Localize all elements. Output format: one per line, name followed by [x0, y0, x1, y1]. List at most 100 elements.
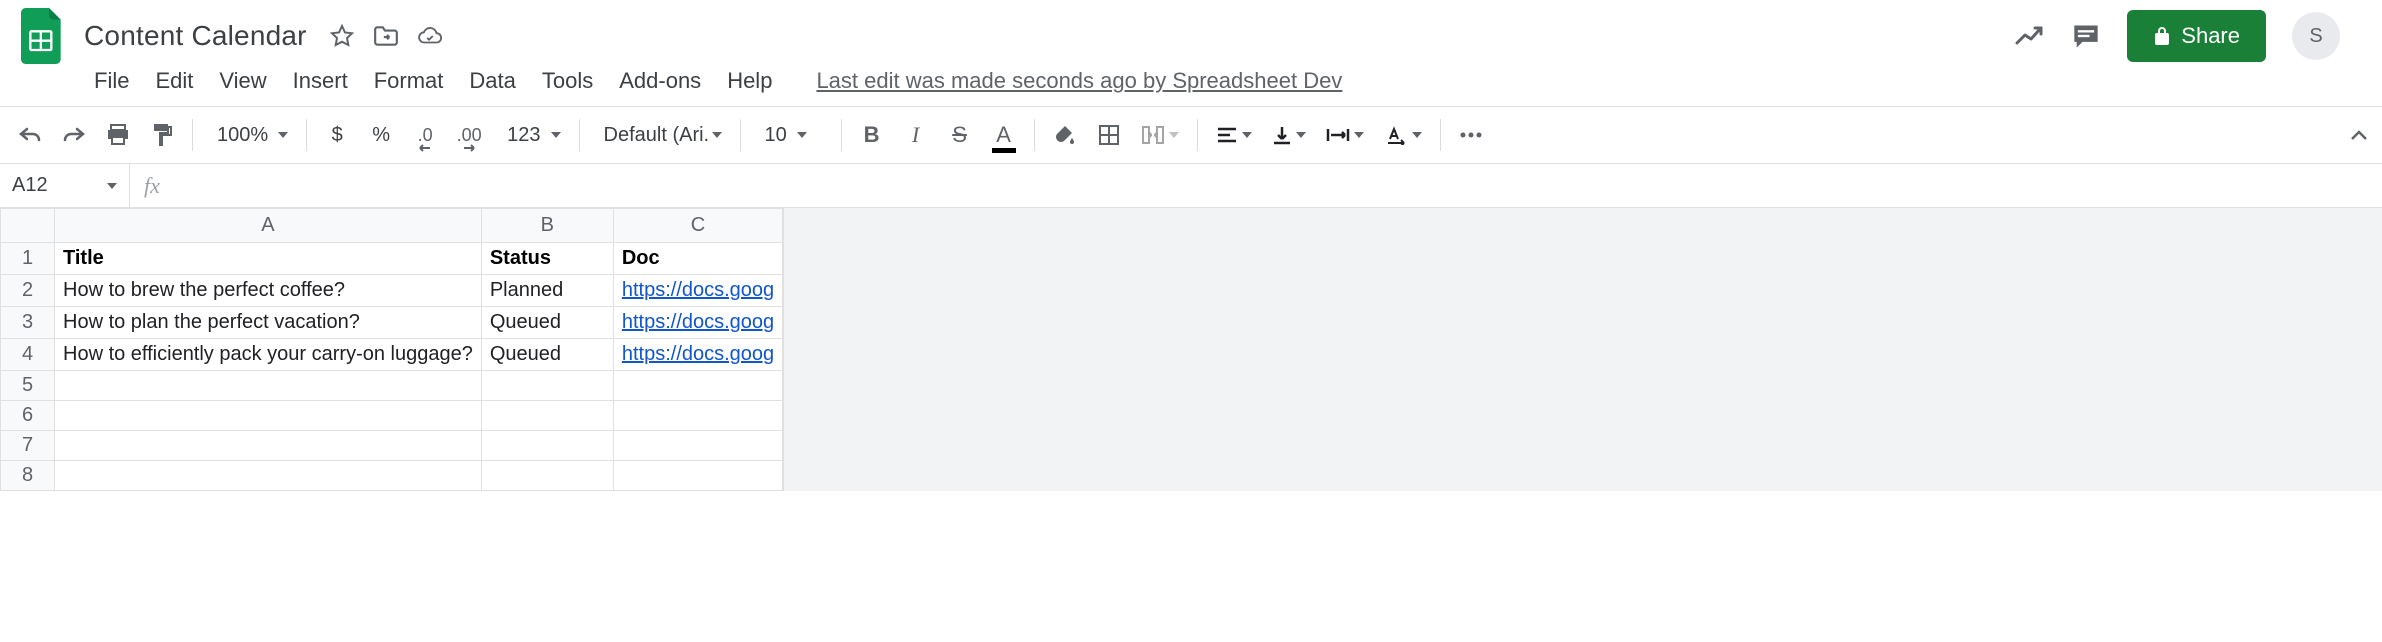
text-rotation-dropdown[interactable] — [1376, 125, 1430, 145]
row-header[interactable]: 2 — [1, 275, 55, 307]
cell[interactable] — [613, 461, 782, 491]
caret-down-icon — [1296, 132, 1306, 138]
cell[interactable]: How to efficiently pack your carry-on lu… — [55, 339, 482, 371]
more-formats-dropdown[interactable]: 123 — [493, 124, 568, 147]
account-avatar[interactable]: S — [2292, 12, 2340, 60]
cell[interactable]: Doc — [613, 243, 782, 275]
cell[interactable]: How to brew the perfect coffee? — [55, 275, 482, 307]
format-percent-button[interactable]: % — [361, 115, 401, 155]
caret-down-icon — [1242, 132, 1252, 138]
caret-down-icon — [107, 183, 117, 189]
text-wrap-dropdown[interactable] — [1318, 126, 1372, 144]
formula-bar-input[interactable] — [174, 164, 2382, 207]
cell[interactable] — [481, 401, 613, 431]
text-color-swatch — [992, 148, 1016, 153]
bold-button[interactable]: B — [852, 115, 892, 155]
sheets-logo[interactable] — [14, 8, 70, 64]
menu-bar: File Edit View Insert Format Data Tools … — [0, 64, 2382, 106]
strikethrough-button[interactable]: S — [940, 115, 980, 155]
select-all-cell[interactable] — [1, 209, 55, 243]
caret-down-icon — [1354, 132, 1364, 138]
format-currency-button[interactable]: $ — [317, 115, 357, 155]
last-edit-link[interactable]: Last edit was made seconds ago by Spread… — [816, 68, 1342, 94]
name-box[interactable]: A12 — [0, 164, 130, 207]
share-button[interactable]: Share — [2127, 10, 2266, 62]
menu-insert[interactable]: Insert — [293, 68, 348, 94]
cell[interactable] — [481, 371, 613, 401]
row-header[interactable]: 7 — [1, 431, 55, 461]
menu-addons[interactable]: Add-ons — [619, 68, 701, 94]
cell-link[interactable]: https://docs.goog — [613, 339, 782, 371]
grid-empty-area — [783, 208, 2382, 491]
undo-button[interactable] — [10, 115, 50, 155]
column-header-a[interactable]: A — [55, 209, 482, 243]
menu-tools[interactable]: Tools — [542, 68, 593, 94]
move-to-folder-icon[interactable] — [373, 23, 399, 49]
borders-button[interactable] — [1089, 115, 1129, 155]
document-title[interactable]: Content Calendar — [84, 20, 307, 52]
row-header[interactable]: 1 — [1, 243, 55, 275]
cell[interactable] — [613, 431, 782, 461]
column-header-b[interactable]: B — [481, 209, 613, 243]
cell[interactable] — [55, 371, 482, 401]
menu-file[interactable]: File — [94, 68, 129, 94]
print-button[interactable] — [98, 115, 138, 155]
menu-view[interactable]: View — [219, 68, 266, 94]
cell[interactable]: How to plan the perfect vacation? — [55, 307, 482, 339]
row-header[interactable]: 4 — [1, 339, 55, 371]
cell-link[interactable]: https://docs.goog — [613, 307, 782, 339]
row-header[interactable]: 3 — [1, 307, 55, 339]
menu-help[interactable]: Help — [727, 68, 772, 94]
italic-button[interactable]: I — [896, 115, 936, 155]
cell[interactable]: Planned — [481, 275, 613, 307]
redo-button[interactable] — [54, 115, 94, 155]
cell-link[interactable]: https://docs.goog — [613, 275, 782, 307]
cell[interactable]: Queued — [481, 339, 613, 371]
menu-format[interactable]: Format — [374, 68, 444, 94]
menu-data[interactable]: Data — [469, 68, 515, 94]
spreadsheet-grid[interactable]: A B C 1 Title Status Doc 2 How to brew t… — [0, 208, 783, 491]
font-size-dropdown[interactable]: 10 — [751, 124, 831, 147]
row-header[interactable]: 5 — [1, 371, 55, 401]
cell[interactable]: Title — [55, 243, 482, 275]
merge-cells-dropdown[interactable] — [1133, 125, 1187, 145]
cell[interactable] — [55, 401, 482, 431]
zoom-value: 100% — [211, 124, 274, 147]
zoom-dropdown[interactable]: 100% — [203, 124, 296, 147]
name-box-value: A12 — [12, 174, 48, 197]
font-family-dropdown[interactable]: Default (Ari... — [590, 124, 730, 147]
increase-decimal-button[interactable]: .00 — [449, 115, 489, 155]
row-header[interactable]: 8 — [1, 461, 55, 491]
caret-down-icon — [1412, 132, 1422, 138]
star-icon[interactable] — [329, 23, 355, 49]
column-header-c[interactable]: C — [613, 209, 782, 243]
caret-down-icon — [278, 132, 288, 138]
text-color-button[interactable]: A — [984, 115, 1024, 155]
cell[interactable] — [481, 461, 613, 491]
cell[interactable]: Queued — [481, 307, 613, 339]
vertical-align-dropdown[interactable] — [1264, 125, 1314, 145]
fill-color-button[interactable] — [1045, 115, 1085, 155]
cell[interactable]: Status — [481, 243, 613, 275]
paint-format-button[interactable] — [142, 115, 182, 155]
caret-down-icon — [712, 132, 722, 138]
decrease-decimal-button[interactable]: .0 — [405, 115, 445, 155]
row-header[interactable]: 6 — [1, 401, 55, 431]
cell[interactable] — [55, 461, 482, 491]
menu-edit[interactable]: Edit — [155, 68, 193, 94]
cell[interactable] — [481, 431, 613, 461]
font-size-value: 10 — [759, 124, 793, 147]
comments-icon[interactable] — [2071, 21, 2101, 51]
cloud-status-icon[interactable] — [417, 23, 443, 49]
more-toolbar-button[interactable] — [1451, 115, 1491, 155]
horizontal-align-dropdown[interactable] — [1208, 126, 1260, 144]
caret-down-icon — [551, 132, 561, 138]
cell[interactable] — [613, 371, 782, 401]
caret-down-icon — [1169, 132, 1179, 138]
collapse-toolbar-button[interactable] — [2350, 129, 2368, 141]
cell[interactable] — [55, 431, 482, 461]
activity-trend-icon[interactable] — [2015, 21, 2045, 51]
caret-down-icon — [797, 132, 807, 138]
fx-icon: fx — [130, 173, 174, 199]
cell[interactable] — [613, 401, 782, 431]
